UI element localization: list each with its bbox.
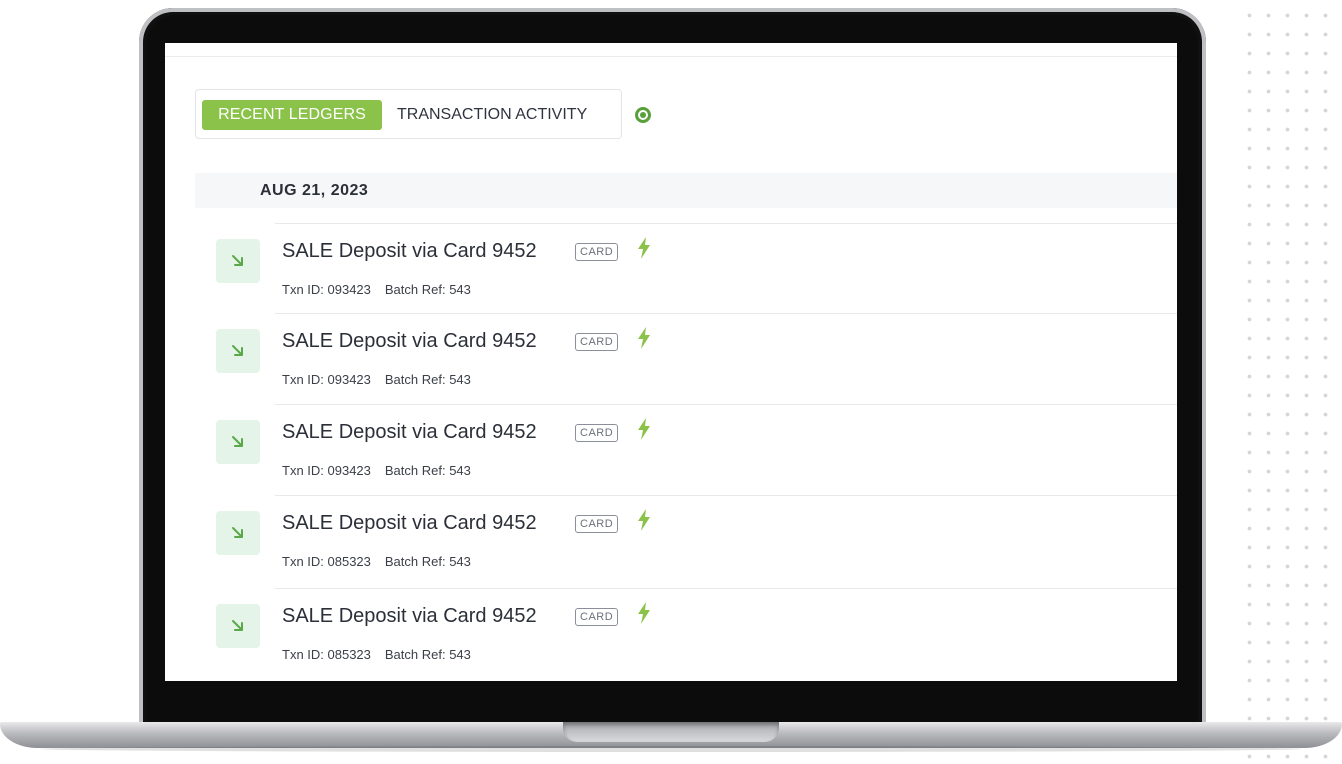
batch-ref: Batch Ref: 543 bbox=[384, 282, 471, 297]
row-divider bbox=[275, 223, 1177, 224]
laptop-screen: RECENT LEDGERS TRANSACTION ACTIVITY AUG … bbox=[165, 43, 1177, 681]
lightning-bolt-icon bbox=[638, 509, 650, 531]
row-divider bbox=[275, 313, 1177, 314]
card-badge: CARD bbox=[575, 424, 619, 442]
list-item[interactable]: SALE Deposit via Card 9452 CARD Txn ID: 08… bbox=[165, 495, 1177, 585]
lightning-bolt-icon bbox=[638, 602, 650, 624]
tab-group: RECENT LEDGERS TRANSACTION ACTIVITY bbox=[195, 89, 622, 139]
list-item[interactable]: SALE Deposit via Card 9452 CARD Txn ID: 09… bbox=[165, 313, 1177, 403]
arrow-down-right-icon bbox=[232, 255, 243, 266]
card-badge: CARD bbox=[575, 243, 619, 261]
list-item[interactable]: SALE Deposit via Card 9452 CARD Txn ID: 08… bbox=[165, 588, 1177, 678]
row-divider bbox=[275, 588, 1177, 589]
transaction-title: SALE Deposit via Card 9452 bbox=[282, 240, 537, 262]
transaction-title: SALE Deposit via Card 9452 bbox=[282, 512, 537, 534]
dot-pattern-background bbox=[1236, 0, 1342, 764]
arrow-down-right-icon bbox=[232, 527, 243, 538]
batch-ref: Batch Ref: 543 bbox=[384, 647, 471, 662]
card-badge: CARD bbox=[575, 515, 619, 533]
deposit-arrow-button bbox=[216, 604, 260, 648]
lightning-bolt-icon bbox=[638, 418, 650, 440]
batch-ref: Batch Ref: 543 bbox=[384, 372, 471, 387]
tab-recent-ledgers[interactable]: RECENT LEDGERS bbox=[202, 100, 382, 130]
live-status-icon bbox=[635, 107, 651, 123]
transaction-meta: Txn ID: 093423 Batch Ref: 543 bbox=[282, 462, 471, 480]
laptop-opening-notch bbox=[563, 722, 779, 742]
transaction-meta: Txn ID: 085323 Batch Ref: 543 bbox=[282, 646, 471, 664]
list-item[interactable]: SALE Deposit via Card 9452 CARD Txn ID: 09… bbox=[165, 223, 1177, 313]
deposit-arrow-button bbox=[216, 511, 260, 555]
batch-ref: Batch Ref: 543 bbox=[384, 463, 471, 478]
transaction-id: Txn ID: 093423 bbox=[282, 372, 371, 387]
transaction-meta: Txn ID: 093423 Batch Ref: 543 bbox=[282, 371, 471, 389]
transaction-id: Txn ID: 093423 bbox=[282, 463, 371, 478]
lightning-bolt-icon bbox=[638, 237, 650, 259]
tab-transaction-activity[interactable]: TRANSACTION ACTIVITY bbox=[397, 100, 587, 130]
arrow-down-right-icon bbox=[232, 620, 243, 631]
row-divider bbox=[275, 404, 1177, 405]
transaction-title: SALE Deposit via Card 9452 bbox=[282, 330, 537, 352]
transaction-title: SALE Deposit via Card 9452 bbox=[282, 605, 537, 627]
arrow-down-right-icon bbox=[232, 345, 243, 356]
row-divider bbox=[275, 495, 1177, 496]
card-badge: CARD bbox=[575, 333, 619, 351]
transaction-id: Txn ID: 093423 bbox=[282, 282, 371, 297]
list-item[interactable]: SALE Deposit via Card 9452 CARD Txn ID: 09… bbox=[165, 404, 1177, 494]
date-group-header: AUG 21, 2023 bbox=[195, 173, 1177, 208]
transaction-id: Txn ID: 085323 bbox=[282, 554, 371, 569]
batch-ref: Batch Ref: 543 bbox=[384, 554, 471, 569]
deposit-arrow-button bbox=[216, 420, 260, 464]
laptop-shadow bbox=[40, 746, 1302, 752]
deposit-arrow-button bbox=[216, 329, 260, 373]
transaction-meta: Txn ID: 085323 Batch Ref: 543 bbox=[282, 553, 471, 571]
card-badge: CARD bbox=[575, 608, 619, 626]
date-group-label: AUG 21, 2023 bbox=[260, 182, 369, 199]
header-divider bbox=[165, 56, 1177, 57]
transaction-id: Txn ID: 085323 bbox=[282, 647, 371, 662]
lightning-bolt-icon bbox=[638, 327, 650, 349]
transaction-title: SALE Deposit via Card 9452 bbox=[282, 421, 537, 443]
transaction-meta: Txn ID: 093423 Batch Ref: 543 bbox=[282, 281, 471, 299]
deposit-arrow-button bbox=[216, 239, 260, 283]
arrow-down-right-icon bbox=[232, 436, 243, 447]
